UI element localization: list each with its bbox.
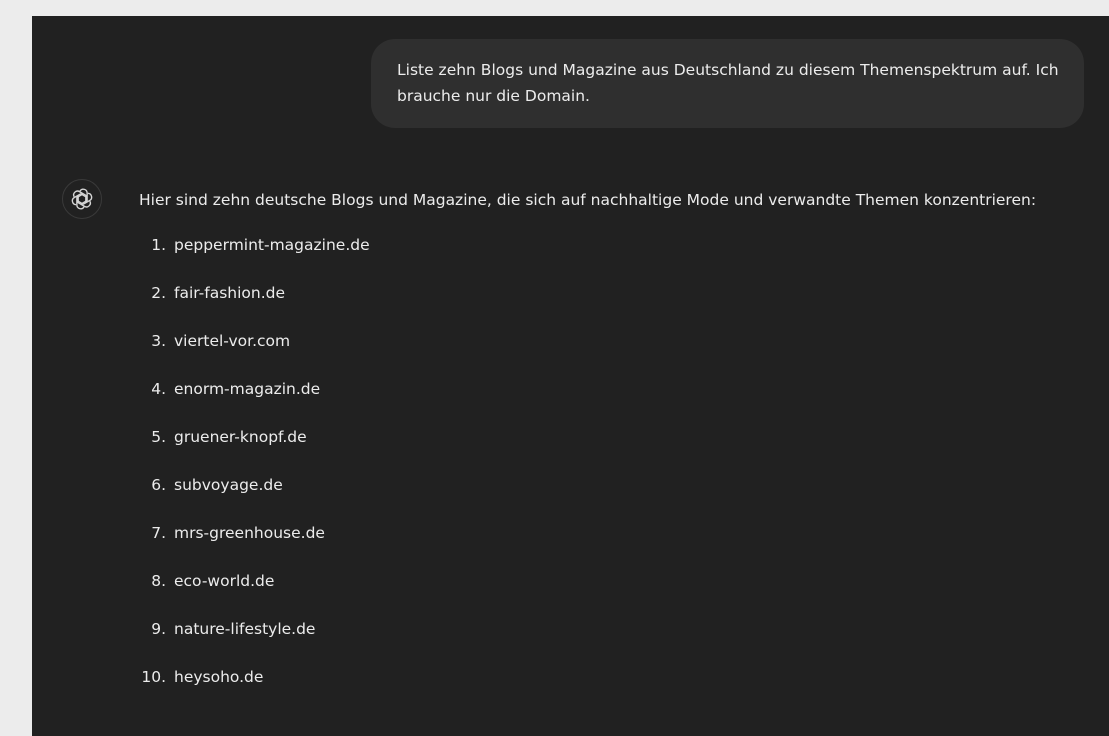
list-item-domain: peppermint-magazine.de xyxy=(174,236,370,254)
domain-list: 1. peppermint-magazine.de 2. fair-fashion.… xyxy=(139,233,1089,713)
list-item: 4. enorm-magazin.de xyxy=(139,377,1089,425)
list-item-domain: heysoho.de xyxy=(174,668,264,686)
list-item: 8. eco-world.de xyxy=(139,569,1089,617)
list-item-number: 2. xyxy=(151,284,166,302)
list-item-number: 6. xyxy=(151,476,166,494)
list-item-domain: nature-lifestyle.de xyxy=(174,620,316,638)
list-item-number: 9. xyxy=(151,620,166,638)
list-item-number: 10. xyxy=(141,668,166,686)
list-item-number: 1. xyxy=(151,236,166,254)
list-item-number: 8. xyxy=(151,572,166,590)
user-message-text: Liste zehn Blogs und Magazine aus Deutsc… xyxy=(397,61,1059,105)
list-item-number: 4. xyxy=(151,380,166,398)
list-item-domain: viertel-vor.com xyxy=(174,332,291,350)
list-item: 6. subvoyage.de xyxy=(139,473,1089,521)
chat-window: Liste zehn Blogs und Magazine aus Deutsc… xyxy=(32,16,1109,736)
user-message-bubble: Liste zehn Blogs und Magazine aus Deutsc… xyxy=(371,39,1084,128)
list-item: 3. viertel-vor.com xyxy=(139,329,1089,377)
list-item-domain: mrs-greenhouse.de xyxy=(174,524,325,542)
list-item: 9. nature-lifestyle.de xyxy=(139,617,1089,665)
list-item-number: 7. xyxy=(151,524,166,542)
list-item-domain: fair-fashion.de xyxy=(174,284,286,302)
list-item-number: 5. xyxy=(151,428,166,446)
assistant-intro-text: Hier sind zehn deutsche Blogs und Magazi… xyxy=(139,191,1037,209)
list-item-domain: eco-world.de xyxy=(174,572,275,590)
list-item: 7. mrs-greenhouse.de xyxy=(139,521,1089,569)
list-item: 10. heysoho.de xyxy=(139,665,1089,713)
openai-logo-icon xyxy=(71,188,93,210)
list-item-domain: gruener-knopf.de xyxy=(174,428,307,446)
assistant-message: Hier sind zehn deutsche Blogs und Magazi… xyxy=(139,186,1089,713)
list-item: 1. peppermint-magazine.de xyxy=(139,233,1089,281)
list-item-domain: subvoyage.de xyxy=(174,476,283,494)
list-item: 2. fair-fashion.de xyxy=(139,281,1089,329)
list-item-domain: enorm-magazin.de xyxy=(174,380,321,398)
list-item: 5. gruener-knopf.de xyxy=(139,425,1089,473)
list-item-number: 3. xyxy=(151,332,166,350)
assistant-avatar xyxy=(62,179,102,219)
